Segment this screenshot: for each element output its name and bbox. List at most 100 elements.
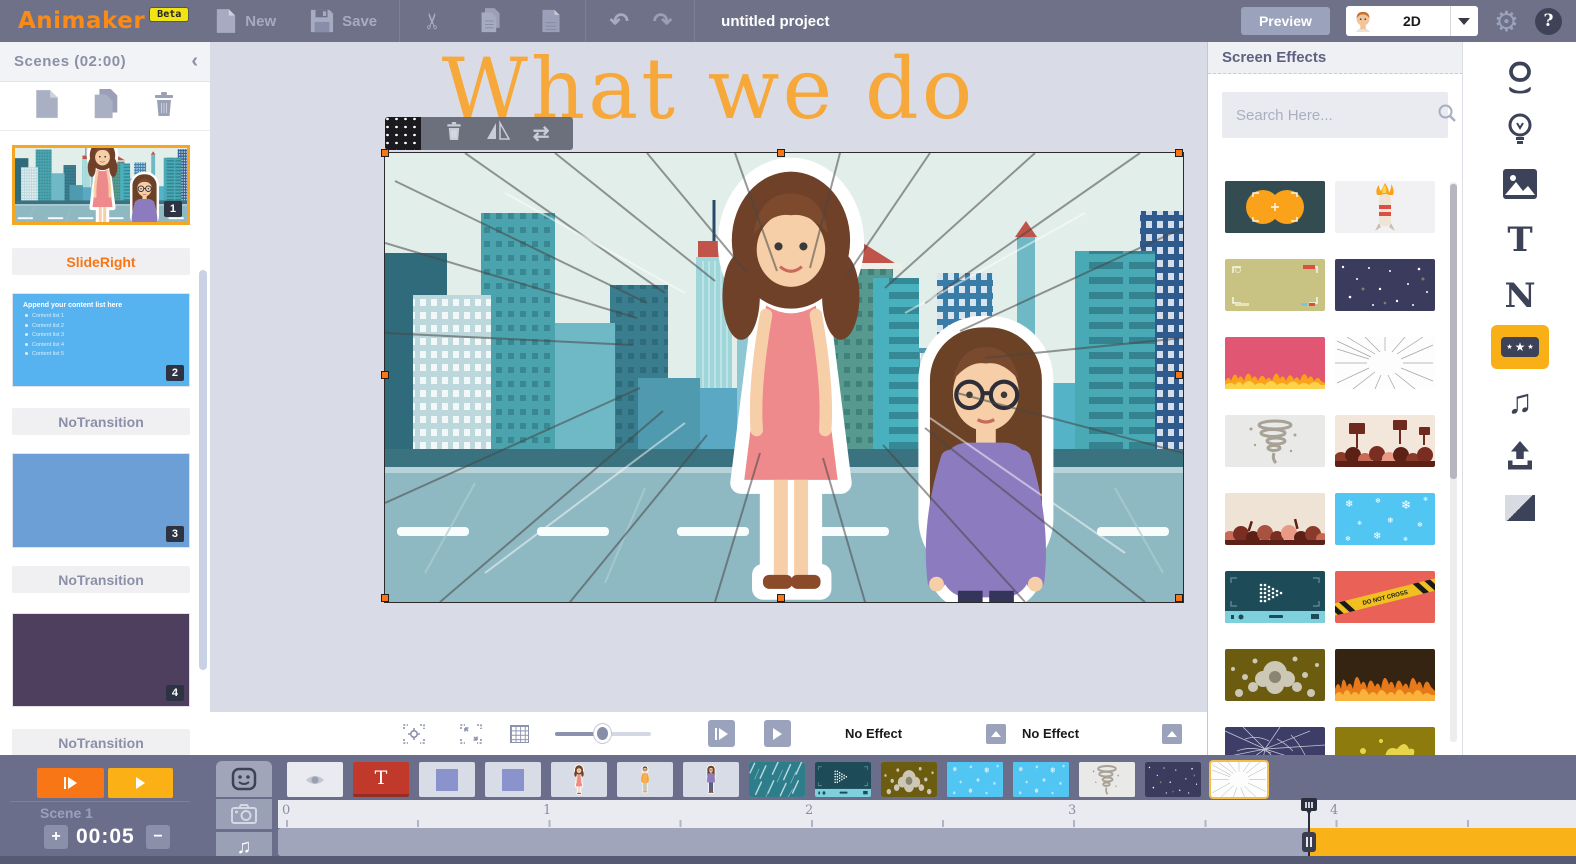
sidebar-scrollbar[interactable] — [199, 270, 207, 670]
effect-explosion-tile[interactable] — [881, 762, 937, 797]
enter-effect-label[interactable]: No Effect — [845, 726, 902, 741]
play-all-button[interactable] — [108, 768, 173, 798]
add-scene-icon[interactable] — [34, 89, 60, 124]
effect-crowd-silhouettes[interactable] — [1225, 493, 1325, 545]
transition-2[interactable]: NoTransition — [12, 408, 190, 435]
effect-video-player-tile[interactable] — [815, 762, 871, 797]
swap-icon[interactable]: ⇄ — [533, 121, 550, 146]
transition-4[interactable]: NoTransition — [12, 729, 190, 755]
effect-starry-night-tile[interactable] — [1145, 762, 1201, 797]
canvas-title-text[interactable]: What we do — [210, 40, 1207, 138]
effect-snow-tile[interactable] — [947, 762, 1003, 797]
effect-protest-crowd[interactable] — [1335, 415, 1435, 467]
cut-icon[interactable]: ✂ — [420, 12, 446, 30]
center-focus-icon[interactable] — [402, 722, 426, 751]
drag-handle-icon[interactable] — [385, 117, 421, 150]
effect-binoculars-overlay[interactable] — [1225, 181, 1325, 233]
search-icon[interactable] — [1437, 103, 1457, 128]
selection-handle-sw[interactable] — [381, 594, 389, 602]
effect-rain-tile[interactable] — [749, 762, 805, 797]
character-purple-tile[interactable] — [683, 762, 739, 797]
selection-handle-s[interactable] — [777, 594, 785, 602]
effects-tool-active[interactable]: ★★★ — [1491, 325, 1549, 369]
selected-scene-image[interactable] — [385, 153, 1183, 602]
scene-4-thumbnail[interactable]: 4 — [12, 613, 190, 707]
delete-item-icon[interactable] — [445, 121, 463, 146]
selection-handle-w[interactable] — [381, 371, 389, 379]
effect-speed-lines[interactable] — [1335, 337, 1435, 389]
effect-missile[interactable] — [1335, 181, 1435, 233]
increase-duration-button[interactable]: + — [44, 825, 68, 849]
effect-explosion-smoke[interactable] — [1225, 649, 1325, 701]
effect-speed-lines-tile-selected[interactable] — [1211, 762, 1267, 797]
copy-icon[interactable] — [479, 7, 503, 35]
shape-layer-tile[interactable] — [485, 762, 541, 797]
paste-icon[interactable] — [539, 7, 563, 35]
mode-dropdown[interactable]: 2D — [1346, 6, 1478, 36]
transition-slide-right[interactable]: SlideRight — [12, 248, 190, 275]
ideas-bulb-icon[interactable] — [1463, 112, 1576, 152]
effect-cracked-glass[interactable] — [1225, 727, 1325, 755]
music-tool-icon[interactable]: ♫ — [1463, 380, 1576, 424]
exit-effect-label[interactable]: No Effect — [1022, 726, 1079, 741]
grid-toggle-icon[interactable] — [510, 725, 529, 743]
save-button[interactable]: Save — [310, 9, 377, 33]
playhead-track-handle[interactable] — [1302, 832, 1316, 852]
selection-handle-ne[interactable] — [1175, 149, 1183, 157]
enter-effect-dropdown[interactable] — [986, 724, 1006, 744]
exit-effect-dropdown[interactable] — [1162, 724, 1182, 744]
redo-icon[interactable]: ↷ — [653, 8, 672, 35]
collapse-sidebar-icon[interactable]: ‹ — [191, 50, 198, 73]
effect-snowfall[interactable] — [1335, 493, 1435, 545]
selection-handle-e[interactable] — [1175, 371, 1183, 379]
play-scene-button[interactable] — [37, 768, 104, 798]
background-tool-icon[interactable] — [1463, 488, 1576, 528]
flip-horizontal-icon[interactable] — [486, 120, 510, 147]
search-input[interactable] — [1222, 106, 1437, 125]
image-tool-icon[interactable] — [1463, 164, 1576, 204]
preview-button[interactable]: Preview — [1241, 7, 1330, 35]
mode-dropdown-arrow[interactable] — [1450, 6, 1478, 36]
transition-3[interactable]: NoTransition — [12, 566, 190, 593]
effect-paint-splash[interactable] — [1335, 727, 1435, 755]
upload-tool-icon[interactable] — [1463, 434, 1576, 478]
help-icon[interactable]: ? — [1535, 8, 1562, 35]
character-tool-icon[interactable] — [1463, 60, 1576, 100]
effect-flames-pink[interactable] — [1225, 337, 1325, 389]
shape-layer-tile[interactable] — [419, 762, 475, 797]
effect-flames-dark[interactable] — [1335, 649, 1435, 701]
effect-starry-night[interactable] — [1335, 259, 1435, 311]
items-track-icon[interactable] — [216, 761, 272, 797]
audio-track-remaining[interactable] — [1310, 828, 1576, 856]
effect-tornado[interactable] — [1225, 415, 1325, 467]
audio-track-elapsed[interactable] — [278, 828, 1310, 856]
effect-video-player-overlay[interactable] — [1225, 571, 1325, 623]
letter-n-tool-icon[interactable]: N — [1463, 274, 1576, 318]
play-from-scene-button[interactable] — [708, 720, 735, 747]
play-button[interactable] — [764, 720, 791, 747]
effect-do-not-cross-tape[interactable] — [1335, 571, 1435, 623]
decrease-duration-button[interactable]: − — [146, 825, 170, 849]
scene-3-thumbnail[interactable]: 3 — [12, 453, 190, 548]
gear-icon[interactable]: ⚙ — [1494, 5, 1519, 38]
text-tool-icon[interactable]: T — [1463, 218, 1576, 262]
selection-handle-nw[interactable] — [381, 149, 389, 157]
selection-handle-se[interactable] — [1175, 594, 1183, 602]
undo-icon[interactable]: ↶ — [610, 8, 629, 35]
character-pink-tile[interactable] — [551, 762, 607, 797]
delete-scene-icon[interactable] — [152, 91, 176, 122]
text-layer-tile[interactable]: T — [353, 762, 409, 797]
scene-2-thumbnail[interactable]: Append your content list here Content li… — [12, 293, 190, 387]
new-button[interactable]: New — [215, 8, 276, 34]
project-title[interactable]: untitled project — [721, 13, 829, 30]
effect-camera-viewfinder[interactable] — [1225, 259, 1325, 311]
scene-1-thumbnail[interactable]: 1 — [12, 145, 190, 225]
zoom-slider-knob[interactable] — [594, 724, 611, 743]
effect-snow-tile[interactable] — [1013, 762, 1069, 797]
layer-visibility-tile[interactable] — [287, 762, 343, 797]
camera-track-icon[interactable] — [216, 799, 272, 829]
selection-handle-n[interactable] — [777, 149, 785, 157]
playhead-marker[interactable] — [1301, 798, 1317, 811]
effects-scrollbar-thumb[interactable] — [1450, 184, 1457, 479]
fit-expand-icon[interactable] — [459, 722, 483, 751]
